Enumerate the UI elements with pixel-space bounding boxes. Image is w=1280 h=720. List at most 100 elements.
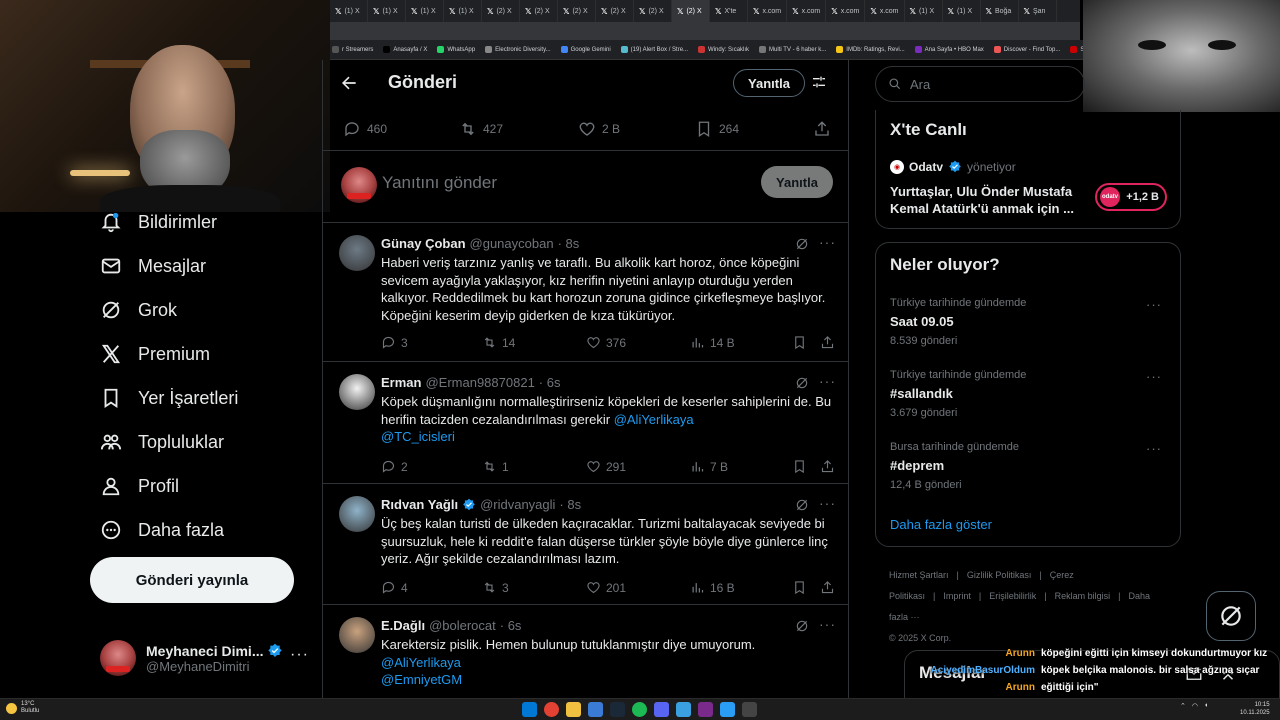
bookmark-action[interactable] <box>792 335 807 350</box>
browser-tab[interactable]: 𝕏 (2) X <box>634 0 672 22</box>
nav-item-communities[interactable]: Topluluklar <box>90 420 320 464</box>
bookmark-action[interactable] <box>792 580 807 595</box>
trend-item[interactable]: Türkiye tarihinde gündemde Saat 09.05 8.53… <box>890 297 1170 347</box>
tweet-time[interactable]: · 8s <box>559 497 581 512</box>
back-arrow-icon[interactable] <box>339 73 359 93</box>
nav-item-grok[interactable]: Grok <box>90 288 320 332</box>
browser-tab[interactable]: 𝕏x.com <box>748 0 788 22</box>
bookmark-item[interactable]: IMDb: Ratings, Revi... <box>836 46 905 53</box>
author-name[interactable]: E.Dağlı <box>381 618 425 633</box>
avatar[interactable] <box>339 496 375 532</box>
views-action[interactable]: 14 B <box>690 335 735 350</box>
browser-tab[interactable]: 𝕏x.com <box>787 0 827 22</box>
browser-tab[interactable]: 𝕏 (1) X <box>905 0 943 22</box>
reply-tweet[interactable]: Rıdvan Yağlı @ridvanyagli · 8s ··· Üç beş ka… <box>323 484 848 605</box>
more-dots-icon[interactable]: ··· <box>819 616 836 632</box>
grok-explain-icon[interactable] <box>795 498 809 512</box>
bookmark-item[interactable]: Anasayfa / X <box>383 46 427 53</box>
browser-tab[interactable]: 𝕏 Boğa <box>981 0 1019 22</box>
footer-link[interactable]: Reklam bilgisi <box>1055 591 1111 601</box>
repost-action[interactable]: 14 <box>482 335 515 350</box>
obs-icon[interactable] <box>698 702 713 717</box>
avatar[interactable] <box>339 617 375 653</box>
more-dots-icon[interactable]: ··· <box>1146 369 1162 384</box>
like-stat[interactable]: 2 B <box>578 120 620 138</box>
post-button[interactable]: Gönderi yayınla <box>90 557 294 603</box>
footer-link[interactable]: Imprint <box>943 591 971 601</box>
folder-icon[interactable] <box>566 702 581 717</box>
bookmark-action[interactable] <box>792 459 807 474</box>
bookmark-item[interactable]: Multi TV - 6 haber k... <box>759 46 826 53</box>
bookmark-item[interactable]: Google Gemini <box>560 46 611 53</box>
account-switcher[interactable]: Meyhaneci Dimi... @MeyhaneDimitri ··· <box>100 636 320 680</box>
browser-tab[interactable]: 𝕏 (2) X <box>482 0 520 22</box>
weather-widget[interactable]: 13°C Bulutlu <box>6 701 39 715</box>
mention-link[interactable]: @EmniyetGM <box>381 672 462 687</box>
bookmark-item[interactable]: r Streamers <box>332 46 373 53</box>
wifi-icon[interactable]: ◠ <box>1192 702 1198 710</box>
author-handle[interactable]: @gunaycoban <box>470 236 554 251</box>
mention-link[interactable]: @AliYerlikaya <box>381 655 461 670</box>
more-dots-icon[interactable]: ··· <box>819 234 836 250</box>
repost-stat[interactable]: 427 <box>459 120 503 138</box>
bookmark-item[interactable]: Electronic Diversity... <box>485 46 551 53</box>
more-dots-icon[interactable]: ··· <box>1146 297 1162 312</box>
browser-tab[interactable]: 𝕏 Şan <box>1019 0 1057 22</box>
reply-action[interactable]: 4 <box>381 580 408 595</box>
avatar[interactable] <box>339 235 375 271</box>
browser-tab[interactable]: 𝕏 X'te <box>710 0 748 22</box>
footer-link[interactable]: Hizmet Şartları <box>889 570 949 580</box>
reply-tweet[interactable]: Günay Çoban @gunaycoban · 8s ··· Haberi veri… <box>323 223 848 362</box>
reply-action[interactable]: 3 <box>381 335 408 350</box>
reply-input[interactable]: Yanıtını gönder <box>382 173 497 193</box>
browser-tab[interactable]: 𝕏 (1) X <box>943 0 981 22</box>
grok-explain-icon[interactable] <box>795 237 809 251</box>
address-bar[interactable] <box>330 22 1080 40</box>
views-action[interactable]: 16 B <box>690 580 735 595</box>
share-action[interactable] <box>820 335 835 350</box>
more-dots-icon[interactable]: ··· <box>819 495 836 511</box>
browser-tab[interactable]: 𝕏 (2) X <box>672 0 710 22</box>
bookmark-item[interactable]: Ana Sayfa • HBO Max <box>914 46 984 53</box>
repost-action[interactable]: 1 <box>482 459 509 474</box>
grok-explain-icon[interactable] <box>795 376 809 390</box>
author-handle[interactable]: @Erman98870821 <box>425 375 534 390</box>
app-icon[interactable] <box>742 702 757 717</box>
bookmark-item[interactable]: (19) Alert Box / Stre... <box>620 46 688 53</box>
author-name[interactable]: Rıdvan Yağlı <box>381 497 458 512</box>
browser-tab[interactable]: 𝕏 (2) X <box>558 0 596 22</box>
tweet-time[interactable]: · 6s <box>539 375 561 390</box>
trend-item[interactable]: Türkiye tarihinde gündemde #sallandık 3.67… <box>890 369 1170 419</box>
reply-header-button[interactable]: Yanıtla <box>733 69 805 97</box>
author-name[interactable]: Günay Çoban <box>381 236 466 251</box>
more-dots-icon[interactable]: ··· <box>290 646 309 664</box>
share-stat[interactable] <box>813 120 831 138</box>
author-name[interactable]: Erman <box>381 375 421 390</box>
like-action[interactable]: 291 <box>586 459 626 474</box>
live-listeners-pill[interactable]: odatv +1,2 B <box>1095 183 1167 211</box>
nav-item-mail[interactable]: Mesajlar <box>90 244 320 288</box>
browser-tab[interactable]: 𝕏 (2) X <box>596 0 634 22</box>
like-action[interactable]: 201 <box>586 580 626 595</box>
mention-link[interactable]: @TC_icisleri <box>381 429 455 444</box>
show-more-link[interactable]: Daha fazla göster <box>890 517 992 532</box>
nav-item-profile[interactable]: Profil <box>90 464 320 508</box>
live-on-x-card[interactable]: X'te Canlı ◉ Odatv yönetiyor Yurttaşlar,… <box>875 110 1181 229</box>
bookmark-item[interactable]: WhatsApp <box>437 46 475 53</box>
store-icon[interactable] <box>588 702 603 717</box>
grok-floating-button[interactable] <box>1206 591 1256 641</box>
author-handle[interactable]: @ridvanyagli <box>480 497 555 512</box>
share-action[interactable] <box>820 580 835 595</box>
spotify-icon[interactable] <box>632 702 647 717</box>
browser-tab[interactable]: 𝕏 (1) X <box>368 0 406 22</box>
tweet-time[interactable]: · 6s <box>500 618 522 633</box>
mention-link[interactable]: @AliYerlikaya <box>614 412 694 427</box>
steam-icon[interactable] <box>610 702 625 717</box>
more-dots-icon[interactable]: ··· <box>819 373 836 389</box>
browser-tab[interactable]: 𝕏 (1) X <box>444 0 482 22</box>
nav-item-more-circle[interactable]: Daha fazla <box>90 508 320 552</box>
browser-tab[interactable]: 𝕏 (2) X <box>520 0 558 22</box>
filter-icon[interactable] <box>811 74 827 90</box>
repost-action[interactable]: 3 <box>482 580 509 595</box>
browser-tab[interactable]: 𝕏 (1) X <box>406 0 444 22</box>
